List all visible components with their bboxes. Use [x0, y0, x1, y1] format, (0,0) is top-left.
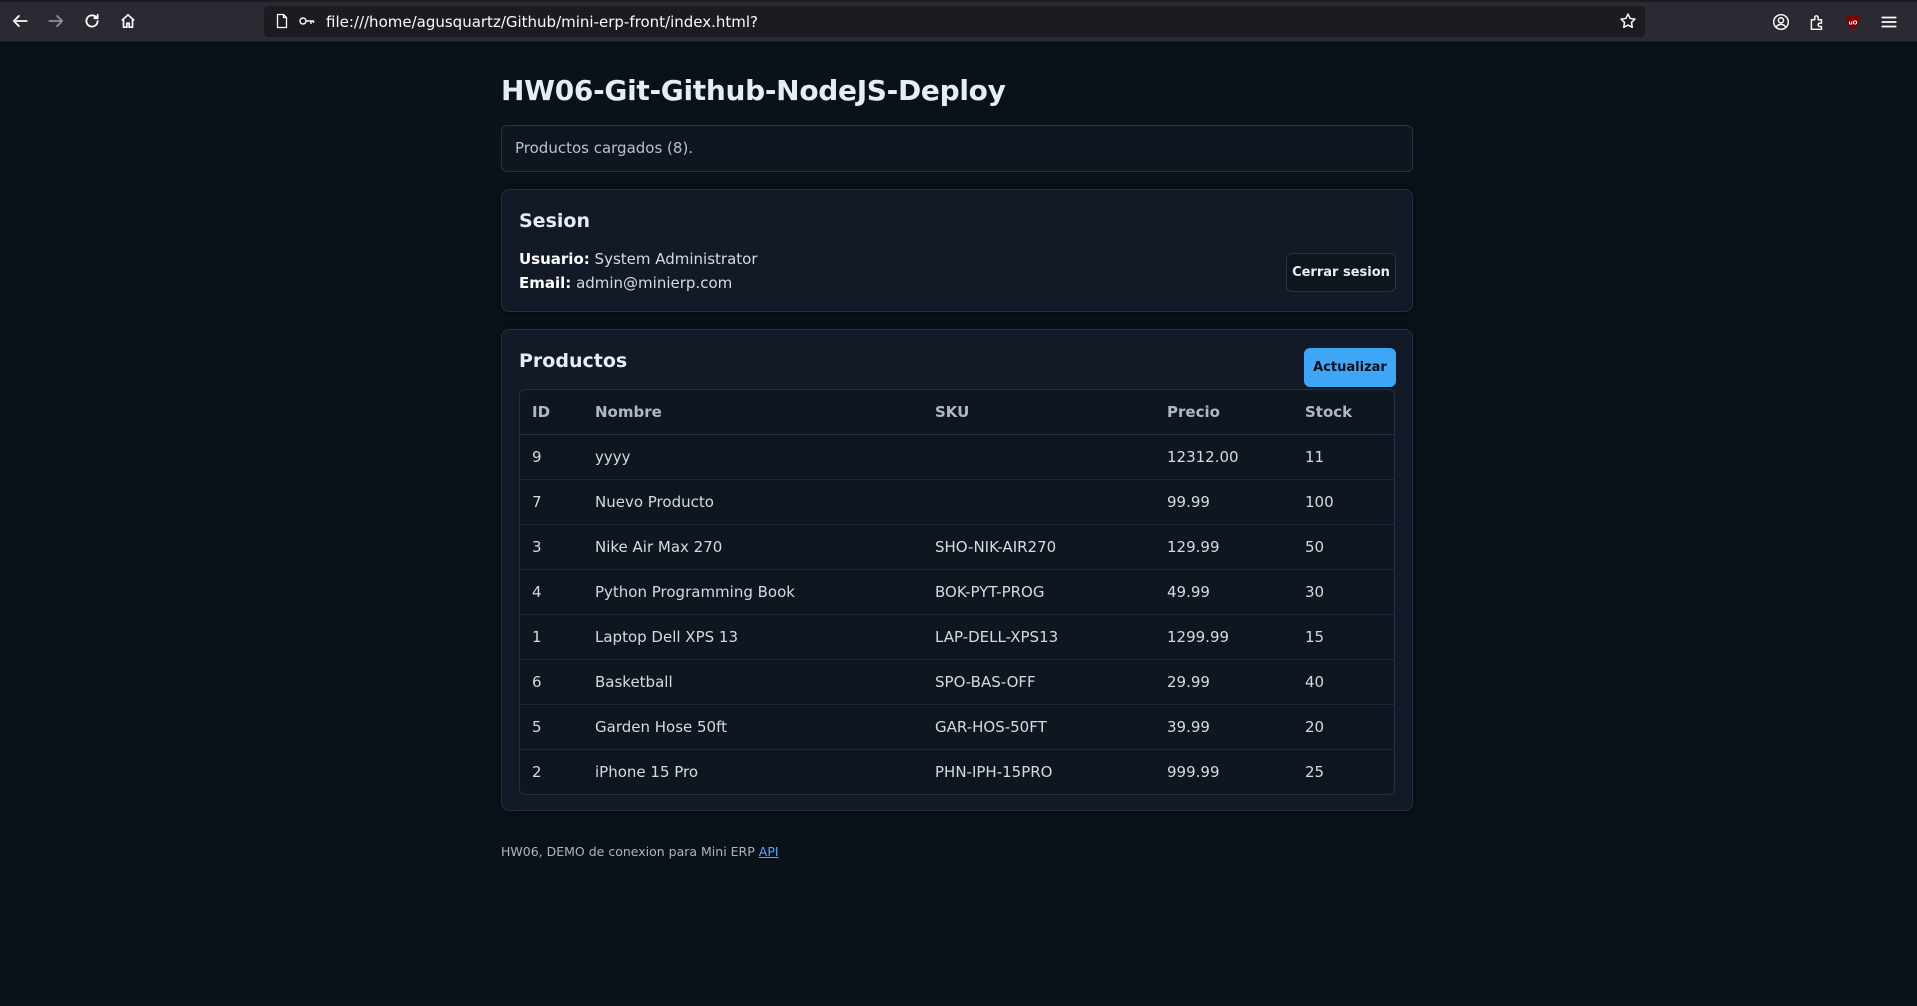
footer-text: HW06, DEMO de conexion para Mini ERP	[501, 844, 755, 859]
footer: HW06, DEMO de conexion para Mini ERP API	[501, 844, 1413, 859]
user-value: System Administrator	[594, 250, 758, 268]
user-label: Usuario:	[519, 250, 590, 268]
page-title: HW06-Git-Github-NodeJS-Deploy	[501, 74, 1006, 107]
account-icon[interactable]	[1771, 12, 1791, 32]
menu-hamburger-icon[interactable]	[1879, 12, 1899, 32]
refresh-button[interactable]: Actualizar	[1304, 348, 1396, 387]
back-arrow-icon[interactable]	[9, 10, 31, 32]
cell-sku: SHO-NIK-AIR270	[923, 524, 1155, 570]
cell-sku: LAP-DELL-XPS13	[923, 614, 1155, 660]
key-icon[interactable]	[298, 13, 316, 29]
products-table: ID Nombre SKU Precio Stock 9 yyyy 12312.…	[520, 390, 1394, 794]
cell-id: 7	[520, 479, 583, 525]
cell-sku: SPO-BAS-OFF	[923, 659, 1155, 705]
cell-price: 999.99	[1167, 762, 1220, 781]
ublock-origin-icon[interactable]: uO	[1843, 12, 1863, 32]
column-header-name: Nombre	[583, 390, 923, 435]
products-title: Productos	[519, 350, 628, 372]
session-user-row: Usuario: System Administrator	[519, 250, 758, 268]
forward-arrow-icon[interactable]	[45, 10, 67, 32]
cell-stock: 15	[1293, 614, 1394, 660]
home-icon[interactable]	[117, 10, 139, 32]
cell-price: 129.99	[1155, 524, 1293, 570]
cell-stock: 40	[1293, 659, 1394, 705]
cell-stock: 25	[1305, 762, 1325, 781]
url-text[interactable]: file:///home/agusquartz/Github/mini-erp-…	[326, 13, 758, 31]
cell-sku	[923, 434, 1155, 480]
logout-button[interactable]: Cerrar sesion	[1286, 253, 1396, 292]
products-card: Productos Actualizar ID Nombre SKU Preci…	[501, 329, 1413, 811]
cell-name: Nuevo Producto	[583, 479, 923, 525]
table-row: 2 iPhone 15 Pro PHN-IPH-15PRO 999.99 25	[520, 749, 1394, 794]
cell-name: Basketball	[583, 659, 923, 705]
cell-id: 3	[520, 524, 583, 570]
table-row: 9 yyyy 12312.00 11	[520, 434, 1394, 480]
column-header-sku: SKU	[923, 390, 1155, 435]
cell-id: 4	[520, 569, 583, 615]
cell-price: 29.99	[1155, 659, 1293, 705]
cell-sku	[923, 479, 1155, 525]
column-header-price: Precio	[1155, 390, 1293, 435]
cell-stock: 30	[1293, 569, 1394, 615]
table-row: 7 Nuevo Producto 99.99 100	[520, 479, 1394, 525]
cell-sku: BOK-PYT-PROG	[923, 569, 1155, 615]
cell-id: 5	[520, 704, 583, 750]
session-title: Sesion	[519, 210, 590, 232]
tab-strip-edge	[0, 0, 1917, 2]
cell-price: 99.99	[1155, 479, 1293, 525]
api-link[interactable]: API	[759, 844, 779, 859]
svg-text:uO: uO	[1849, 20, 1858, 26]
cell-name: yyyy	[583, 434, 923, 480]
page-container: HW06-Git-Github-NodeJS-Deploy Productos …	[501, 42, 1413, 859]
cell-id: 9	[520, 434, 583, 480]
cell-sku: PHN-IPH-15PRO	[935, 762, 1053, 781]
products-table-container: ID Nombre SKU Precio Stock 9 yyyy 12312.…	[519, 389, 1395, 795]
cell-id: 1	[520, 614, 583, 660]
cell-price: 1299.99	[1155, 614, 1293, 660]
table-row: 6 Basketball SPO-BAS-OFF 29.99 40	[520, 659, 1394, 705]
cell-name: Laptop Dell XPS 13	[583, 614, 923, 660]
browser-toolbar: file:///home/agusquartz/Github/mini-erp-…	[0, 0, 1917, 42]
cell-price: 12312.00	[1155, 434, 1293, 480]
table-row: 1 Laptop Dell XPS 13 LAP-DELL-XPS13 1299…	[520, 614, 1394, 660]
cell-price: 39.99	[1155, 704, 1293, 750]
cell-sku: GAR-HOS-50FT	[923, 704, 1155, 750]
email-label: Email:	[519, 274, 572, 292]
cell-name: iPhone 15 Pro	[595, 762, 699, 781]
cell-id: 2	[532, 762, 542, 781]
cell-id: 6	[520, 659, 583, 705]
table-row: 5 Garden Hose 50ft GAR-HOS-50FT 39.99 20	[520, 704, 1394, 750]
session-card: Sesion Usuario: System Administrator Ema…	[501, 189, 1413, 312]
cell-stock: 100	[1293, 479, 1394, 525]
status-message: Productos cargados (8).	[501, 125, 1413, 172]
cell-stock: 11	[1293, 434, 1394, 480]
extensions-icon[interactable]	[1807, 12, 1827, 32]
cell-name: Garden Hose 50ft	[583, 704, 923, 750]
reload-icon[interactable]	[81, 10, 103, 32]
email-value: admin@minierp.com	[576, 274, 733, 292]
table-row: 3 Nike Air Max 270 SHO-NIK-AIR270 129.99…	[520, 524, 1394, 570]
session-email-row: Email: admin@minierp.com	[519, 274, 732, 292]
table-row: 4 Python Programming Book BOK-PYT-PROG 4…	[520, 569, 1394, 615]
column-header-stock: Stock	[1293, 390, 1394, 435]
bookmark-star-icon[interactable]	[1619, 12, 1637, 30]
cell-stock: 50	[1293, 524, 1394, 570]
address-bar[interactable]: file:///home/agusquartz/Github/mini-erp-…	[264, 6, 1645, 37]
cell-name: Python Programming Book	[583, 569, 923, 615]
table-header-row: ID Nombre SKU Precio Stock	[520, 390, 1394, 435]
cell-stock: 20	[1293, 704, 1394, 750]
cell-name: Nike Air Max 270	[583, 524, 923, 570]
cell-price: 49.99	[1155, 569, 1293, 615]
page-icon	[276, 13, 288, 29]
column-header-id: ID	[520, 390, 583, 435]
